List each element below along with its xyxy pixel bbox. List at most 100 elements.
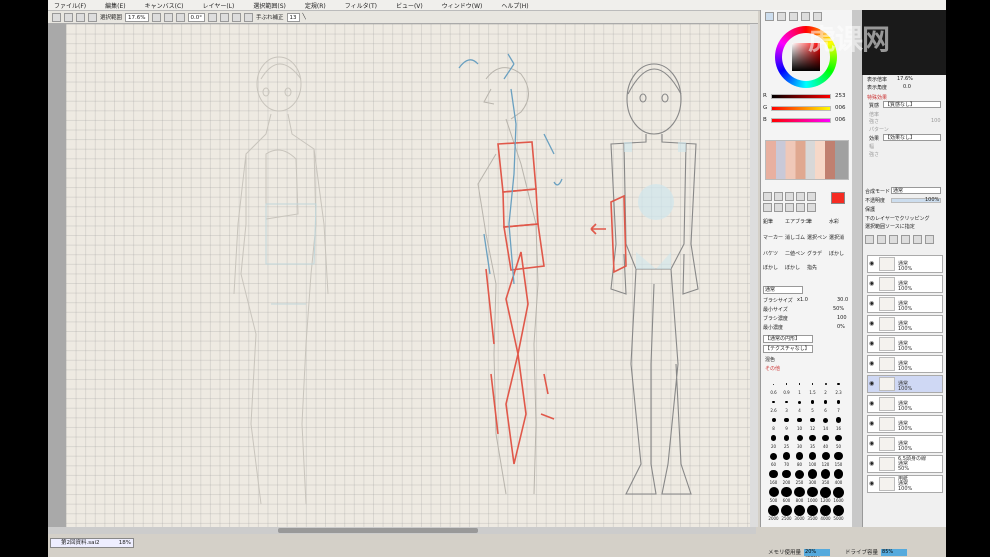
min-size-value[interactable]: 50% — [833, 306, 844, 312]
rgb-slider-tab[interactable] — [777, 12, 786, 21]
tool-pencil[interactable]: 鉛筆 — [763, 218, 773, 225]
layer-blend-select[interactable]: 通常 — [891, 187, 941, 194]
brush-size-preset[interactable]: 70 — [780, 450, 793, 468]
layer-row[interactable]: ◉ 通常 100% — [867, 275, 943, 293]
tool-smudge[interactable]: 指先 — [807, 264, 817, 271]
brush-size-preset[interactable]: 1000 — [806, 486, 819, 504]
b-slider[interactable] — [771, 118, 831, 123]
swatch-grid[interactable] — [765, 140, 849, 180]
other-label[interactable]: その他 — [765, 365, 780, 372]
brush-size-preset[interactable]: 12 — [806, 414, 819, 432]
layer-row[interactable]: ◉ 通常 100% — [867, 415, 943, 433]
rotate-icon[interactable] — [796, 203, 805, 212]
brush-size-preset[interactable]: 160 — [767, 468, 780, 486]
menu-layer[interactable]: レイヤー(L) — [203, 1, 235, 10]
color-wheel-tab[interactable] — [765, 12, 774, 21]
document-tab[interactable]: 第2回資料.sai2 18% — [50, 538, 134, 548]
tool-blur-2[interactable]: ぼかし — [763, 264, 778, 271]
brush-size-preset[interactable]: 8 — [767, 414, 780, 432]
menu-canvas[interactable]: キャンバス(C) — [145, 1, 184, 10]
menu-view[interactable]: ビュー(V) — [396, 1, 423, 10]
brush-size-value[interactable]: 30.0 — [837, 297, 848, 303]
brush-size-mult[interactable]: x1.0 — [797, 297, 808, 303]
brush-size-preset[interactable]: 5000 — [832, 504, 845, 522]
tool-blur[interactable]: ぼかし — [829, 250, 844, 257]
brush-size-preset[interactable]: 50 — [832, 432, 845, 450]
rotate-reset-button[interactable] — [232, 12, 241, 22]
eye-icon[interactable]: ◉ — [869, 260, 874, 267]
layer-row[interactable]: ◉ 通常 100% — [867, 395, 943, 413]
rotate-left-button[interactable] — [208, 12, 217, 22]
brush-size-preset[interactable]: 300 — [806, 468, 819, 486]
menu-window[interactable]: ウィンドウ(W) — [442, 1, 483, 10]
tool-gradient[interactable]: グラデ — [807, 250, 822, 257]
current-color-swatch[interactable] — [831, 192, 845, 204]
brush-size-preset[interactable]: 250 — [793, 468, 806, 486]
menu-filter[interactable]: フィルタ(T) — [345, 1, 377, 10]
layer-row[interactable]: ◉ 通常 100% — [867, 375, 943, 393]
menu-ruler[interactable]: 定規(R) — [305, 1, 326, 10]
hsv-slider-tab[interactable] — [789, 12, 798, 21]
rotate-right-button[interactable] — [220, 12, 229, 22]
brush-size-preset[interactable]: 60 — [767, 450, 780, 468]
brush-size-preset[interactable]: 7 — [832, 396, 845, 414]
layer-row[interactable]: ◉ 通常 100% — [867, 295, 943, 313]
brush-size-preset[interactable]: 0.6 — [767, 378, 780, 396]
eye-icon[interactable]: ◉ — [869, 340, 874, 347]
brush-size-preset[interactable]: 100 — [806, 450, 819, 468]
eye-icon[interactable]: ◉ — [869, 320, 874, 327]
invert-button[interactable] — [88, 12, 97, 22]
brush-size-preset[interactable]: 4000 — [819, 504, 832, 522]
layer-row[interactable]: ◉ 通常 100% — [867, 355, 943, 373]
new-layer-button[interactable] — [865, 235, 874, 244]
tool-brush[interactable]: 筆 — [807, 218, 812, 225]
brush-size-preset[interactable]: 5 — [806, 396, 819, 414]
canvas-vertical-scrollbar[interactable] — [750, 24, 758, 527]
brush-size-preset[interactable]: 20 — [767, 432, 780, 450]
brush-size-preset[interactable]: 2 — [819, 378, 832, 396]
flip-button[interactable] — [244, 12, 253, 22]
density-value[interactable]: 100 — [837, 315, 847, 321]
clear-layer-button[interactable] — [913, 235, 922, 244]
canvas-paper[interactable] — [66, 24, 756, 527]
tool-marker[interactable]: マーカー — [763, 234, 783, 241]
nav-angle-value[interactable]: 0.0 — [903, 84, 911, 90]
eye-icon[interactable]: ◉ — [869, 360, 874, 367]
new-folder-button[interactable] — [877, 235, 886, 244]
brush-size-preset[interactable]: 25 — [780, 432, 793, 450]
brush-size-preset[interactable]: 500 — [767, 486, 780, 504]
undo-button[interactable] — [52, 12, 61, 22]
eye-icon[interactable]: ◉ — [869, 480, 874, 487]
zoom-in-button[interactable] — [163, 12, 173, 22]
hand-icon[interactable] — [807, 192, 816, 201]
tool-blur-3[interactable]: ぼかし — [785, 264, 800, 271]
eye-icon[interactable]: ◉ — [869, 280, 874, 287]
lasso-icon[interactable] — [774, 192, 783, 201]
eye-icon[interactable]: ◉ — [869, 420, 874, 427]
brush-size-preset[interactable]: 1600 — [832, 486, 845, 504]
tool-watercolor[interactable]: 水彩 — [829, 218, 839, 225]
brush-size-preset[interactable]: 3000 — [793, 504, 806, 522]
layer-row[interactable]: ◉ 通常 100% — [867, 255, 943, 273]
paper-select[interactable]: 【質感なし】 — [883, 101, 941, 108]
eyedropper-icon[interactable] — [796, 192, 805, 201]
blend-mode-select[interactable]: 通常 — [763, 286, 803, 294]
brush-size-preset[interactable]: 400 — [832, 468, 845, 486]
brush-size-preset[interactable]: 9 — [780, 414, 793, 432]
menu-selection[interactable]: 選択範囲(S) — [253, 1, 286, 10]
zoom-field[interactable]: 17.6% — [125, 12, 149, 22]
g-slider[interactable] — [771, 106, 831, 111]
selection-source-checkbox[interactable]: 選択範囲ソースに指定 — [865, 223, 915, 230]
layer-row[interactable]: ◉ 6.5頭身の線 通常 50% — [867, 455, 943, 473]
effect-select[interactable]: 【効果なし】 — [883, 134, 941, 141]
layer-row[interactable]: ◉ 通常 100% — [867, 435, 943, 453]
redo-button[interactable] — [64, 12, 73, 22]
eye-icon[interactable]: ◉ — [869, 440, 874, 447]
brush-size-preset[interactable]: 600 — [780, 486, 793, 504]
min-density-value[interactable]: 0% — [837, 324, 845, 330]
brush-shape-select[interactable]: 【通常の円形】 — [763, 335, 813, 343]
brush-size-preset[interactable]: 4 — [793, 396, 806, 414]
brush-size-preset[interactable]: 2.3 — [832, 378, 845, 396]
r-slider[interactable] — [771, 94, 831, 99]
layer-row[interactable]: ◉ 通常 100% — [867, 315, 943, 333]
